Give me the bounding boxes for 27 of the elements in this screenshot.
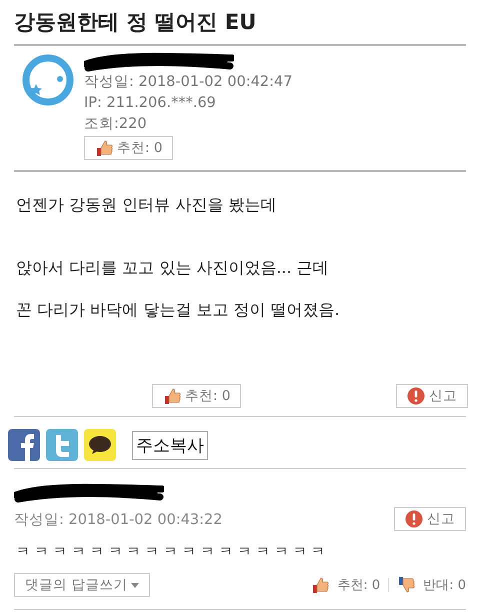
body-text: 앉아서 다리를 꼬고 있는 사진이었음... 근데 [16, 257, 330, 278]
post-date: 작성일: 2018-01-02 00:42:47 [84, 73, 292, 92]
post-title: 강동원한테 정 떨어진 EU [14, 9, 258, 36]
warning-icon [407, 387, 425, 405]
thumbs-up-icon [95, 139, 113, 157]
caret-icon [131, 582, 140, 588]
copy-url-button[interactable]: 주소복사 [132, 430, 208, 460]
reply-dropdown[interactable]: 댓글의 답글쓰기 [14, 573, 150, 597]
report-button[interactable]: 신고 [396, 384, 468, 408]
warning-icon [405, 510, 423, 528]
recommend-button[interactable]: 추천: 0 [152, 384, 242, 408]
thumbs-down-icon [397, 576, 416, 594]
downvote-count[interactable]: 반대: 0 [423, 576, 466, 594]
recommend-button[interactable]: 추천: 0 [84, 136, 174, 160]
upvote-count[interactable]: 추천: 0 [337, 576, 380, 594]
view-count: 조회:220 [84, 115, 148, 134]
ip-address: IP: 211.206.***.69 [84, 94, 217, 113]
comment-text: ㅋ ㅋ ㅋ ㅋ ㅋ ㅋ ㅋ ㅋ ㅋ ㅋ ㅋ ㅋ ㅋ ㅋ ㅋ ㅋ ㅋ [16, 543, 326, 561]
comment-date: 작성일: 2018-01-02 00:43:22 [14, 510, 222, 528]
speech-bubble-icon[interactable] [84, 429, 116, 461]
thumbs-up-icon [311, 576, 330, 594]
facebook-icon[interactable] [8, 429, 40, 461]
body-text: 언젠가 강동원 인터뷰 사진을 봤는데 [16, 194, 278, 215]
thumbs-up-icon [163, 387, 181, 405]
body-text: 꼰 다리가 바닥에 닿는걸 보고 정이 떨어졌음. [16, 299, 341, 320]
report-button[interactable]: 신고 [394, 507, 466, 531]
avatar-icon [22, 54, 74, 106]
